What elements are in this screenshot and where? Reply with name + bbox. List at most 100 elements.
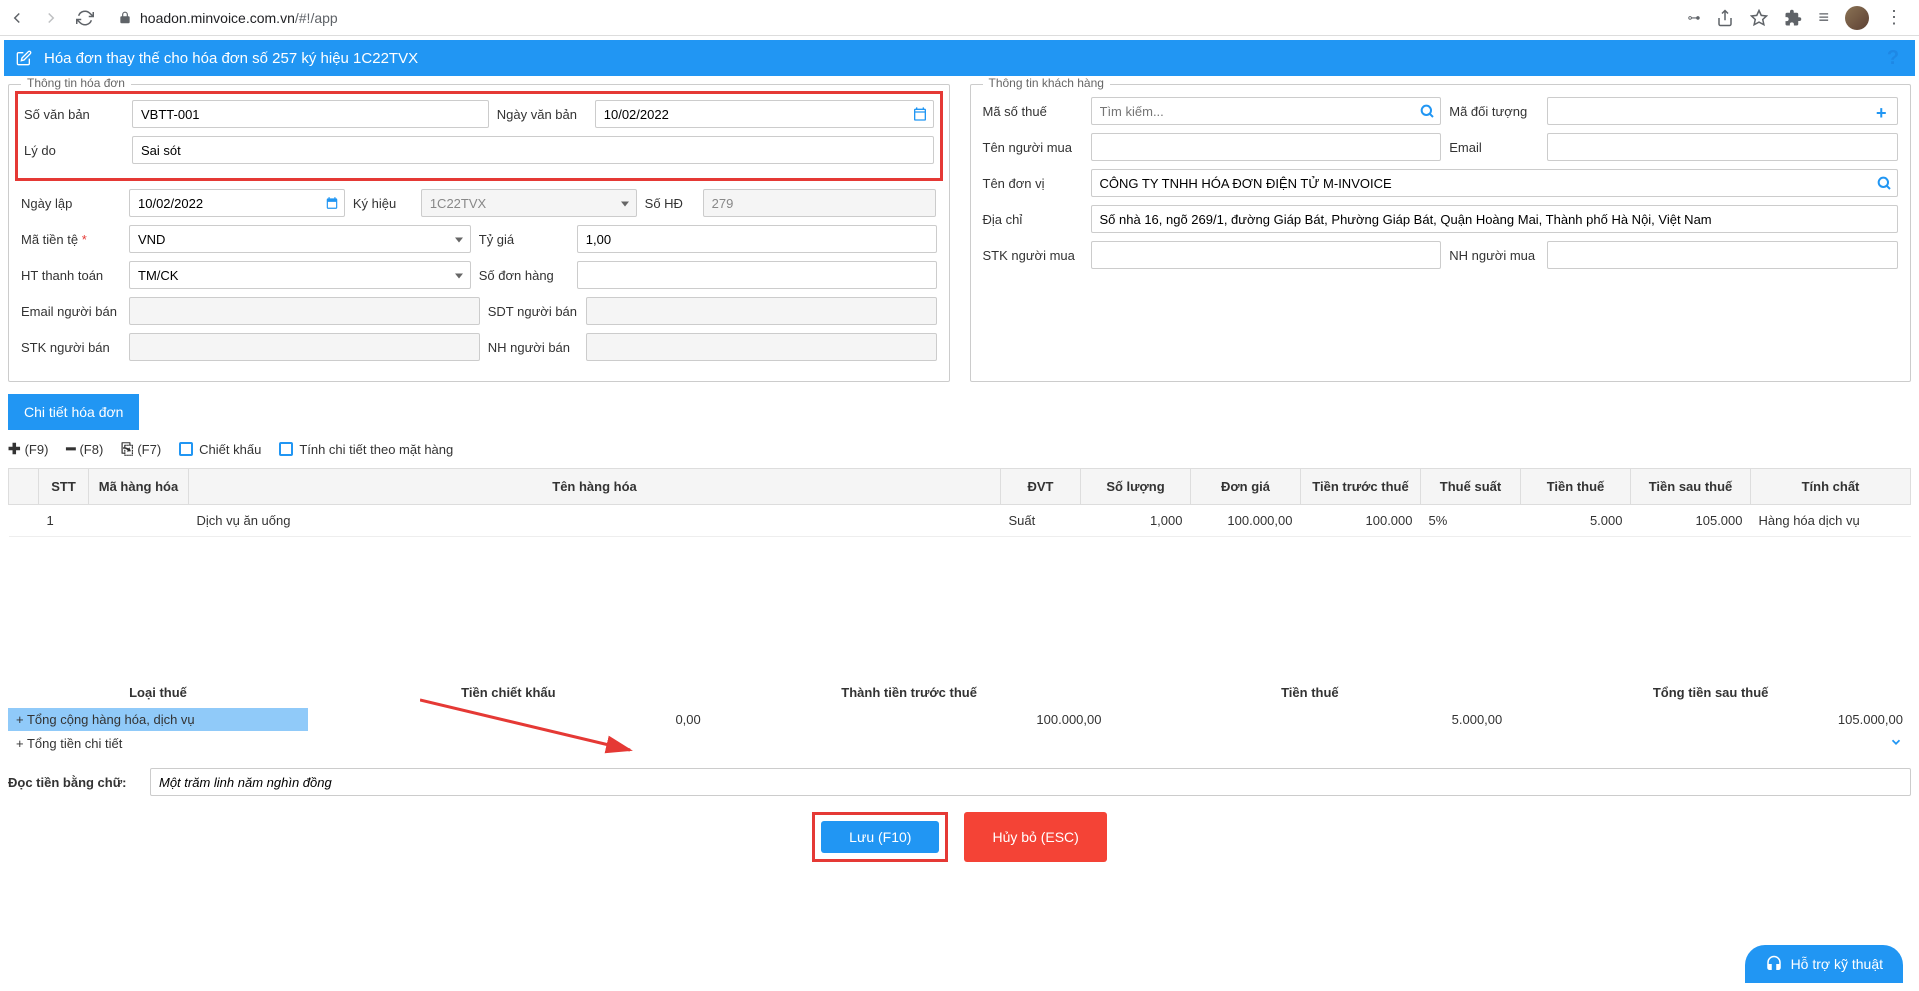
col-name: Tên hàng hóa (189, 469, 1001, 505)
headset-icon (1765, 955, 1783, 973)
pay-method-select[interactable] (129, 261, 471, 289)
add-row-button[interactable]: ✚(F9) (8, 440, 48, 458)
partner-code-input[interactable] (1547, 97, 1898, 125)
col-nature: Tính chất (1751, 469, 1911, 505)
url-bar[interactable]: hoadon.minvoice.com.vn/#!/app (106, 10, 1675, 26)
email-input[interactable] (1547, 133, 1898, 161)
buyer-acc-input[interactable] (1091, 241, 1442, 269)
tab-detail[interactable]: Chi tiết hóa đơn (8, 394, 139, 430)
chevron-down-icon[interactable] (1510, 731, 1911, 756)
sum-discount: 0,00 (308, 708, 709, 731)
sum-goods-label: + Tổng cộng hàng hóa, dịch vụ (8, 708, 308, 731)
col-blank (9, 469, 39, 505)
sum-h-tax: Tiền thuế (1110, 677, 1511, 708)
sum-detail-label: + Tổng tiền chi tiết (8, 732, 308, 755)
col-pretax: Tiền trước thuế (1301, 469, 1421, 505)
cell-posttax[interactable]: 105.000 (1631, 505, 1751, 537)
support-button[interactable]: Hỗ trợ kỹ thuật (1745, 945, 1903, 983)
tax-input[interactable] (1091, 97, 1442, 125)
buyer-bank-label: NH người mua (1449, 248, 1539, 263)
cell-name[interactable]: Dịch vụ ăn uống (189, 505, 1001, 537)
sum-h-taxtype: Loại thuế (8, 677, 308, 708)
words-input[interactable] (150, 768, 1911, 796)
order-no-label: Số đơn hàng (479, 268, 569, 283)
amount-words-row: Đọc tiền bằng chữ: (0, 756, 1919, 808)
company-label: Tên đơn vị (983, 176, 1083, 191)
seller-email-input (129, 297, 480, 325)
star-icon[interactable] (1750, 9, 1768, 27)
serial-select[interactable] (421, 189, 637, 217)
menu-icon[interactable]: ⋮ (1885, 7, 1903, 28)
browser-chrome: hoadon.minvoice.com.vn/#!/app ⊶ ≡ ⋮ (0, 0, 1919, 36)
seller-phone-label: SDT người bán (488, 304, 578, 319)
cell-taxrate[interactable]: 5% (1421, 505, 1521, 537)
reason-input[interactable] (132, 136, 934, 164)
address-input[interactable] (1091, 205, 1899, 233)
pay-method-label: HT thanh toán (21, 268, 121, 283)
forward-icon[interactable] (42, 9, 60, 27)
help-icon[interactable]: ? (1883, 48, 1903, 68)
invoice-info-fieldset: Thông tin hóa đơn Số văn bản Ngày văn bả… (8, 84, 950, 382)
invoice-legend: Thông tin hóa đơn (21, 76, 131, 90)
company-input[interactable] (1091, 169, 1899, 197)
cell-code[interactable] (89, 505, 189, 537)
discount-checkbox[interactable]: Chiết khấu (179, 442, 261, 457)
col-posttax: Tiền sau thuế (1631, 469, 1751, 505)
order-no-input[interactable] (577, 261, 937, 289)
list-icon[interactable]: ≡ (1818, 7, 1829, 28)
cell-tax[interactable]: 5.000 (1521, 505, 1631, 537)
save-button[interactable]: Lưu (F10) (821, 821, 939, 853)
reload-icon[interactable] (76, 9, 94, 27)
cell-qty[interactable]: 1,000 (1081, 505, 1191, 537)
cell-stt[interactable]: 1 (39, 505, 89, 537)
profile-avatar[interactable] (1845, 6, 1869, 30)
issue-date-input[interactable] (129, 189, 345, 217)
currency-select[interactable] (129, 225, 471, 253)
extension-icon[interactable] (1784, 9, 1802, 27)
share-icon[interactable] (1716, 9, 1734, 27)
summary-total-goods[interactable]: + Tổng cộng hàng hóa, dịch vụ 0,00 100.0… (0, 708, 1919, 731)
remove-row-button[interactable]: ━(F8) (66, 440, 103, 458)
detail-by-item-checkbox[interactable]: Tính chi tiết theo mặt hàng (279, 442, 453, 457)
cell-blank (9, 505, 39, 537)
action-bar: Lưu (F10) Hủy bỏ (ESC) (0, 808, 1919, 874)
col-stt: STT (39, 469, 89, 505)
sum-h-posttax: Tổng tiền sau thuế (1510, 677, 1911, 708)
cancel-button[interactable]: Hủy bỏ (ESC) (964, 812, 1106, 862)
highlight-box-1: Số văn bản Ngày văn bản Lý do (15, 91, 943, 181)
cell-unit[interactable]: Suất (1001, 505, 1081, 537)
customer-legend: Thông tin khách hàng (983, 76, 1110, 90)
email-label: Email (1449, 140, 1539, 155)
summary-total-detail[interactable]: + Tổng tiền chi tiết (0, 731, 1919, 756)
reason-label: Lý do (24, 143, 124, 158)
words-label: Đọc tiền bằng chữ: (8, 775, 138, 790)
copy-row-button[interactable]: ⎘(F7) (121, 441, 161, 458)
tax-label: Mã số thuế (983, 104, 1083, 119)
col-taxrate: Thuế suất (1421, 469, 1521, 505)
buyer-name-input[interactable] (1091, 133, 1442, 161)
minus-icon: ━ (66, 440, 75, 458)
tab-bar: Chi tiết hóa đơn (0, 394, 1919, 430)
currency-label: Mã tiền tệ (21, 232, 121, 247)
sum-h-pretax: Thành tiền trước thuế (709, 677, 1110, 708)
highlight-box-2: Lưu (F10) (812, 812, 948, 862)
seller-phone-input (586, 297, 937, 325)
buyer-bank-input[interactable] (1547, 241, 1898, 269)
summary-header: Loại thuế Tiền chiết khấu Thành tiền trư… (0, 677, 1919, 708)
customer-info-fieldset: Thông tin khách hàng Mã số thuế Mã đối t… (970, 84, 1912, 382)
doc-date-input[interactable] (595, 100, 934, 128)
rate-input[interactable] (577, 225, 937, 253)
col-qty: Số lượng (1081, 469, 1191, 505)
doc-no-input[interactable] (132, 100, 489, 128)
cell-price[interactable]: 100.000,00 (1191, 505, 1301, 537)
buyer-name-label: Tên người mua (983, 140, 1083, 155)
col-price: Đơn giá (1191, 469, 1301, 505)
table-row[interactable]: 1 Dịch vụ ăn uống Suất 1,000 100.000,00 … (9, 505, 1911, 537)
copy-icon: ⎘ (121, 441, 133, 458)
col-unit: ĐVT (1001, 469, 1081, 505)
key-icon[interactable]: ⊶ (1687, 10, 1700, 26)
issue-date-label: Ngày lập (21, 196, 121, 211)
cell-pretax[interactable]: 100.000 (1301, 505, 1421, 537)
cell-nature[interactable]: Hàng hóa dịch vụ (1751, 505, 1911, 537)
back-icon[interactable] (8, 9, 26, 27)
